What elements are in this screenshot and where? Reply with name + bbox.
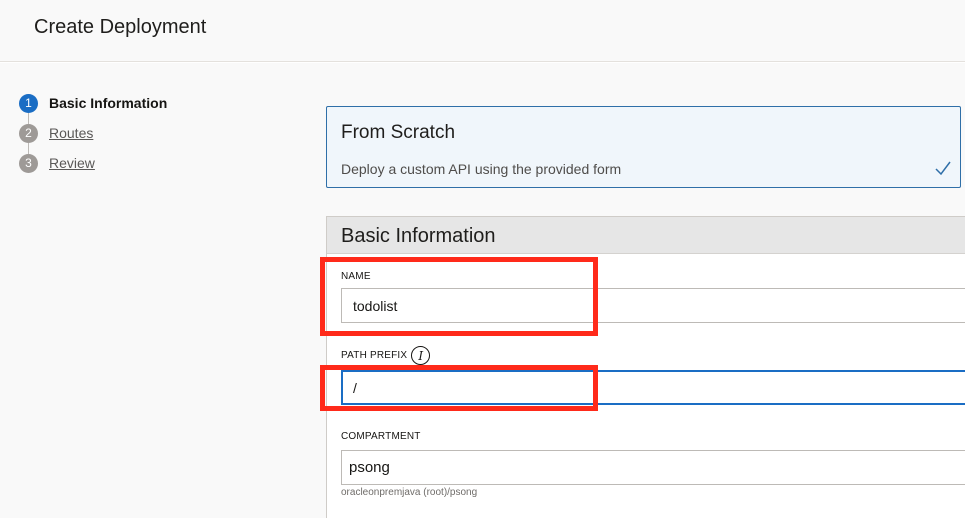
step-label: Basic Information: [49, 95, 168, 111]
name-highlight-box: [320, 257, 598, 336]
step-number: 2: [19, 123, 38, 143]
option-card-title: From Scratch: [341, 122, 456, 143]
compartment-label-text: COMPARTMENT: [341, 431, 421, 442]
page-header: Create Deployment: [0, 0, 965, 62]
path-prefix-highlight-box: [320, 365, 598, 411]
checkmark-icon: [935, 161, 951, 176]
step-review[interactable]: 3 Review: [19, 153, 95, 173]
from-scratch-option-card[interactable]: From Scratch Deploy a custom API using t…: [326, 106, 961, 188]
path-prefix-field-label: PATH PREFIX i: [341, 346, 431, 365]
panel-title: Basic Information: [341, 225, 496, 247]
info-icon[interactable]: i: [411, 346, 431, 365]
option-card-description: Deploy a custom API using the provided f…: [341, 161, 622, 177]
page-title: Create Deployment: [34, 16, 207, 38]
step-label[interactable]: Review: [49, 155, 95, 171]
compartment-helper-text: oracleonpremjava (root)/psong: [341, 487, 478, 498]
panel-header: Basic Information: [327, 217, 965, 254]
step-label[interactable]: Routes: [49, 125, 93, 141]
compartment-field-label: COMPARTMENT: [341, 431, 421, 442]
step-routes[interactable]: 2 Routes: [19, 123, 93, 143]
step-number: 3: [19, 153, 38, 173]
compartment-select-value: psong: [349, 459, 390, 476]
step-basic-information[interactable]: 1 Basic Information: [19, 93, 167, 113]
step-number: 1: [19, 93, 38, 113]
main-content: 1 Basic Information 2 Routes 3 Review Fr…: [0, 63, 965, 518]
path-prefix-label-text: PATH PREFIX: [341, 350, 408, 361]
compartment-select[interactable]: psong: [341, 450, 965, 485]
